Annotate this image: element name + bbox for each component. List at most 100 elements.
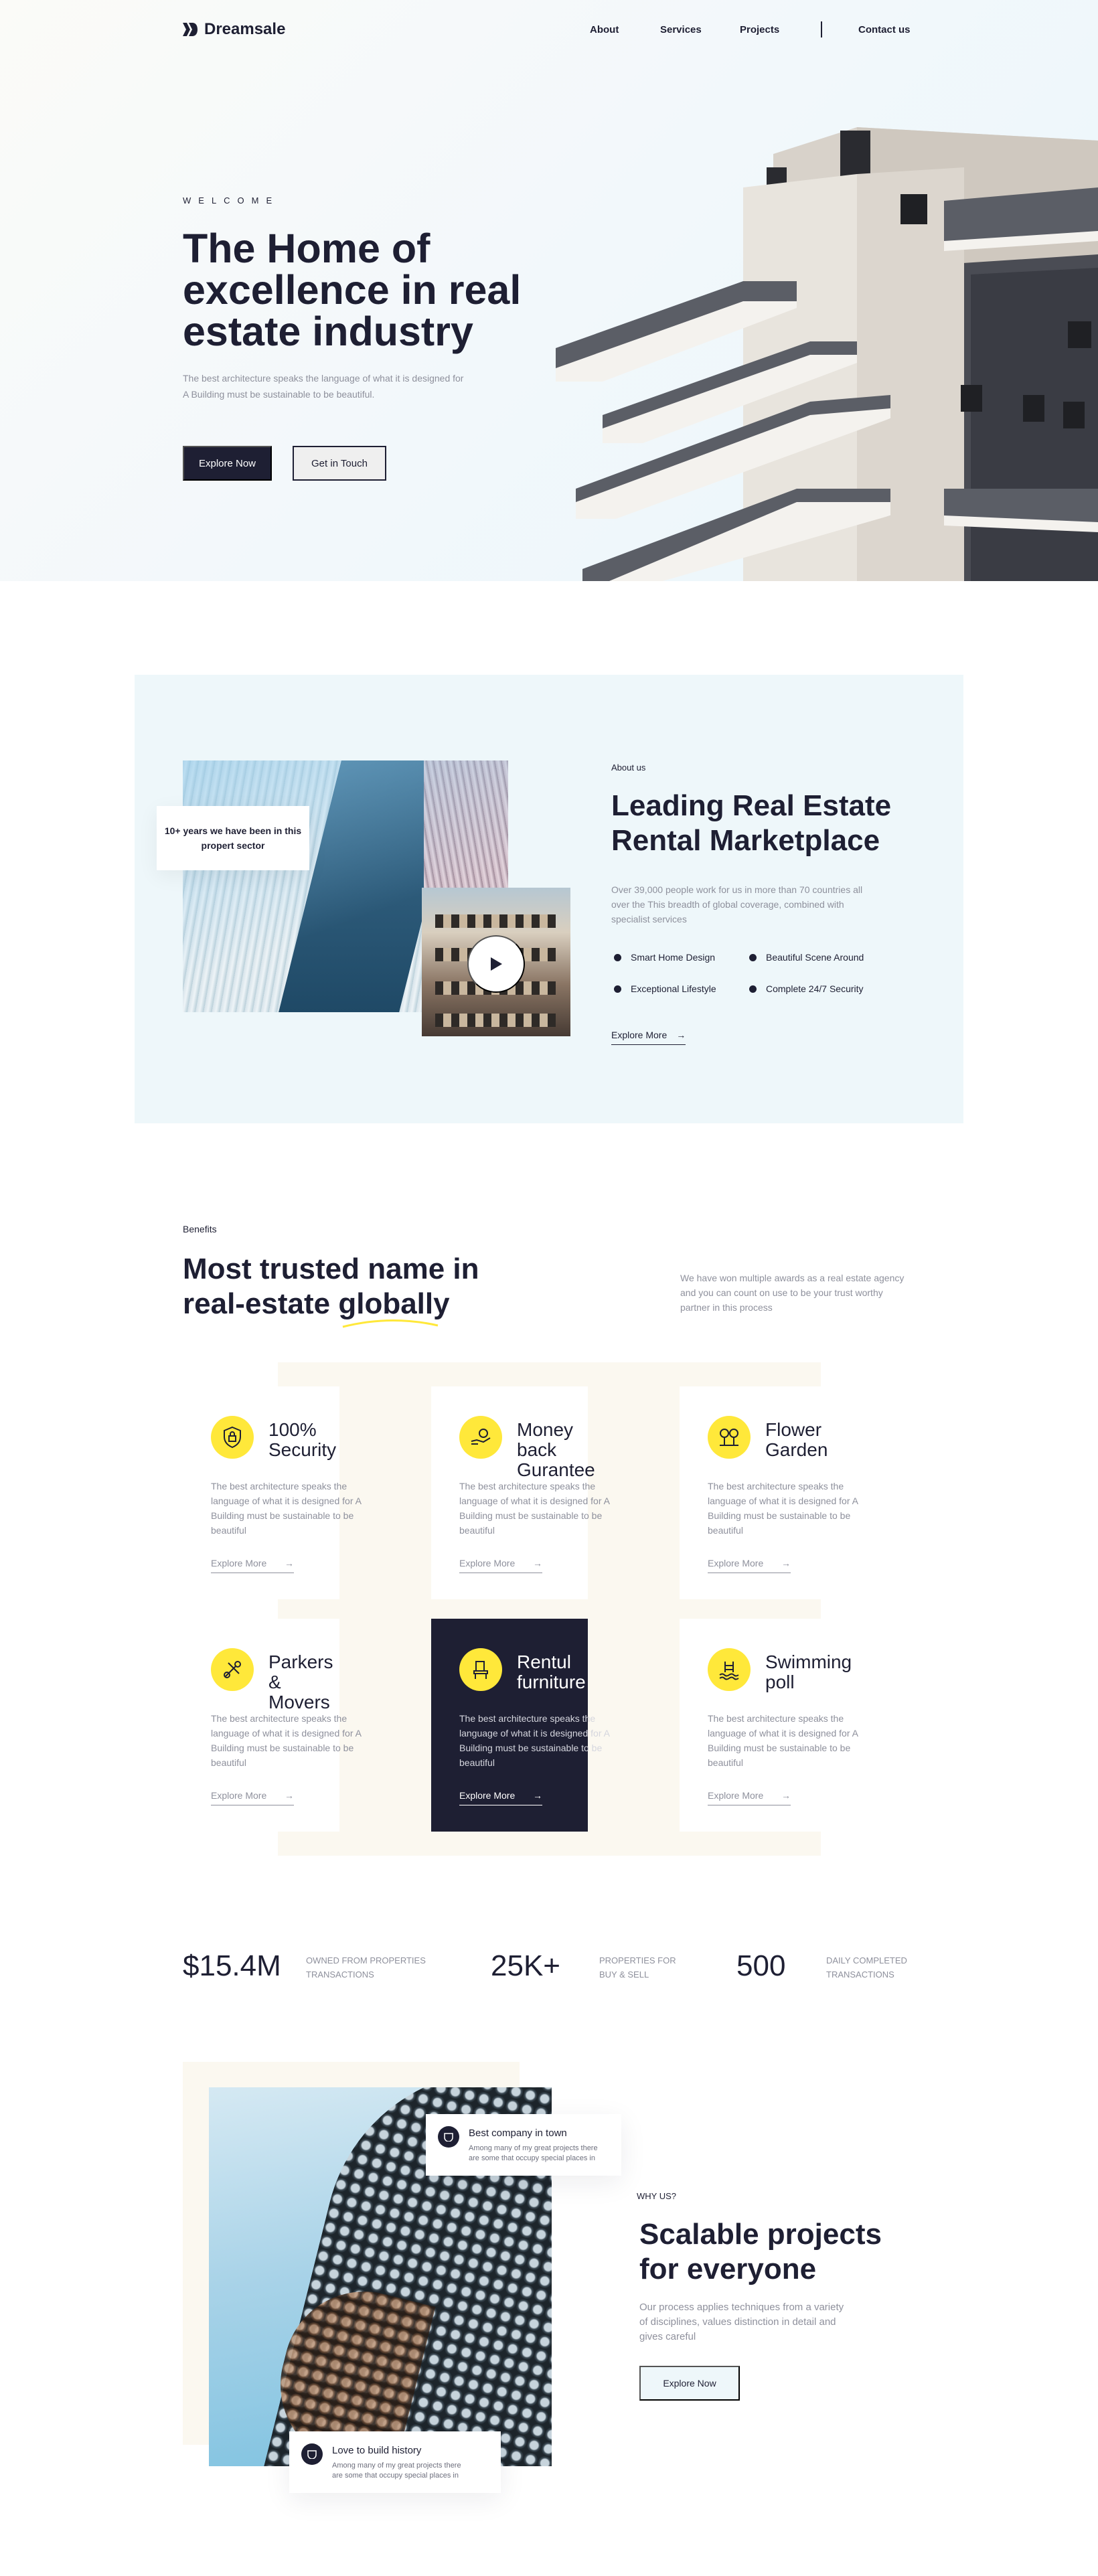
arrow-right-icon: → <box>781 1558 791 1568</box>
feature-item: Beautiful Scene Around <box>749 952 864 963</box>
card-text: Among many of my great projects there ar… <box>332 2462 461 2480</box>
feature-item: Exceptional Lifestyle <box>614 983 716 994</box>
card-text: Among many of my great projects there ar… <box>469 2144 598 2162</box>
benefit-card[interactable]: 100% Security The best architecture spea… <box>183 1386 361 1599</box>
arrow-right-icon: → <box>781 1790 791 1801</box>
stat-label: Owned from properties transactions <box>306 1955 426 1980</box>
arrow-right-icon: → <box>285 1558 294 1568</box>
benefit-card[interactable]: Parkers & Movers The best architecture s… <box>183 1619 361 1832</box>
benefit-text: The best architecture speaks the languag… <box>708 1713 858 1768</box>
nav-contact[interactable]: Contact us <box>858 24 911 35</box>
shield-icon <box>211 1416 254 1459</box>
benefits-eyebrow: Benefits <box>183 1224 217 1234</box>
benefit-title: Parkers & Movers <box>268 1652 333 1712</box>
arrow-right-icon: → <box>533 1790 542 1801</box>
benefit-explore-link[interactable]: Explore More → <box>211 1790 294 1805</box>
stat-value: $15.4M <box>183 1949 281 1982</box>
explore-label: Explore More <box>459 1558 516 1568</box>
arrow-right-icon: → <box>676 1030 686 1040</box>
benefit-card[interactable]: Swimming poll The best architecture spea… <box>680 1619 858 1832</box>
benefit-text: The best architecture speaks the languag… <box>211 1481 362 1536</box>
feature-label: Beautiful Scene Around <box>766 952 864 963</box>
badge-icon <box>438 2126 459 2148</box>
benefits-text: We have won multiple awards as a real es… <box>680 1273 905 1313</box>
feature-label: Exceptional Lifestyle <box>631 983 716 994</box>
logo-mark-icon <box>183 23 198 36</box>
bullet-icon <box>749 985 757 993</box>
benefit-text: The best architecture speaks the languag… <box>459 1713 610 1768</box>
benefits-title: Most trusted name in real-estate globall… <box>183 1253 479 1320</box>
build-history-card: Love to build history Among many of my g… <box>289 2431 501 2493</box>
hero-building-image <box>556 127 1098 581</box>
benefit-title: 100% Security <box>268 1419 337 1460</box>
explore-label: Explore More <box>211 1790 267 1801</box>
why-eyebrow: WHY US? <box>637 2191 676 2201</box>
why-explore-now-button[interactable]: Explore Now <box>639 2366 740 2401</box>
stat-value: 500 <box>736 1949 786 1982</box>
card-title: Love to build history <box>332 2445 422 2456</box>
feature-label: Complete 24/7 Security <box>766 983 864 994</box>
benefit-title: Rentul furniture <box>517 1652 586 1692</box>
explore-label: Explore More <box>459 1790 516 1801</box>
experience-badge: 10+ years we have been in this propert s… <box>157 806 309 870</box>
trees-icon <box>708 1416 751 1459</box>
arrow-right-icon: → <box>285 1790 294 1801</box>
benefit-title: Flower Garden <box>765 1419 828 1460</box>
stat-label: Daily completed transactions <box>826 1955 907 1980</box>
about-text: Over 39,000 people work for us in more t… <box>611 884 863 924</box>
benefit-explore-link[interactable]: Explore More → <box>708 1558 791 1573</box>
bullet-icon <box>614 985 621 993</box>
why-title: Scalable projects for everyone <box>639 2218 882 2285</box>
hero-eyebrow: WELCOME <box>183 195 280 206</box>
benefit-card-active[interactable]: Rentul furniture The best architecture s… <box>431 1619 609 1832</box>
bullet-icon <box>614 953 621 961</box>
why-text: Our process applies techniques from a va… <box>639 2302 844 2342</box>
about-explore-more-link[interactable]: Explore More → <box>611 1030 686 1045</box>
arrow-right-icon: → <box>533 1558 542 1568</box>
tools-icon <box>211 1648 254 1691</box>
play-icon <box>491 957 502 971</box>
benefit-text: The best architecture speaks the languag… <box>459 1481 610 1536</box>
brand-name: Dreamsale <box>204 20 286 38</box>
money-hand-icon <box>459 1416 502 1459</box>
benefit-explore-link[interactable]: Explore More → <box>211 1558 294 1573</box>
hero-section: Dreamsale About Services Projects Contac… <box>0 0 1098 581</box>
hero-subtitle: The best architecture speaks the languag… <box>183 373 464 400</box>
nav-about[interactable]: About <box>590 24 619 35</box>
feature-item: Complete 24/7 Security <box>749 983 864 994</box>
hero-title: The Home of excellence in real estate in… <box>183 226 522 354</box>
stat-value: 25K+ <box>491 1949 560 1982</box>
explore-label: Explore More <box>708 1790 764 1801</box>
stat-label: Properties for buy & sell <box>599 1955 676 1980</box>
pool-icon <box>708 1648 751 1691</box>
benefit-explore-link[interactable]: Explore More → <box>459 1790 542 1805</box>
explore-label: Explore More <box>211 1558 267 1568</box>
nav-projects[interactable]: Projects <box>740 24 779 35</box>
benefit-text: The best architecture speaks the languag… <box>211 1713 362 1768</box>
card-title: Best company in town <box>469 2127 567 2139</box>
benefit-explore-link[interactable]: Explore More → <box>708 1790 791 1805</box>
badge-icon <box>301 2443 323 2465</box>
feature-item: Smart Home Design <box>614 952 715 963</box>
benefit-text: The best architecture speaks the languag… <box>708 1481 858 1536</box>
benefit-title: Swimming poll <box>765 1652 852 1692</box>
nav-divider <box>821 21 822 37</box>
nav-services[interactable]: Services <box>660 24 702 35</box>
play-video-button[interactable] <box>467 935 525 993</box>
explore-label: Explore More <box>708 1558 764 1568</box>
explore-now-button[interactable]: Explore Now <box>183 446 272 481</box>
explore-label: Explore More <box>611 1030 668 1040</box>
underline-swoosh <box>342 1319 439 1328</box>
brand-logo[interactable]: Dreamsale <box>183 20 285 39</box>
feature-label: Smart Home Design <box>631 952 716 963</box>
benefit-title: Money back Gurantee <box>517 1419 595 1480</box>
bullet-icon <box>749 953 757 961</box>
benefit-explore-link[interactable]: Explore More → <box>459 1558 542 1573</box>
benefit-card[interactable]: Money back Gurantee The best architectur… <box>431 1386 609 1599</box>
about-title: Leading Real Estate Rental Marketplace <box>611 789 892 857</box>
chair-icon <box>459 1648 502 1691</box>
benefit-card[interactable]: Flower Garden The best architecture spea… <box>680 1386 858 1599</box>
get-in-touch-button[interactable]: Get in Touch <box>293 446 386 481</box>
best-company-card: Best company in town Among many of my gr… <box>426 2114 621 2176</box>
about-eyebrow: About us <box>611 762 646 773</box>
